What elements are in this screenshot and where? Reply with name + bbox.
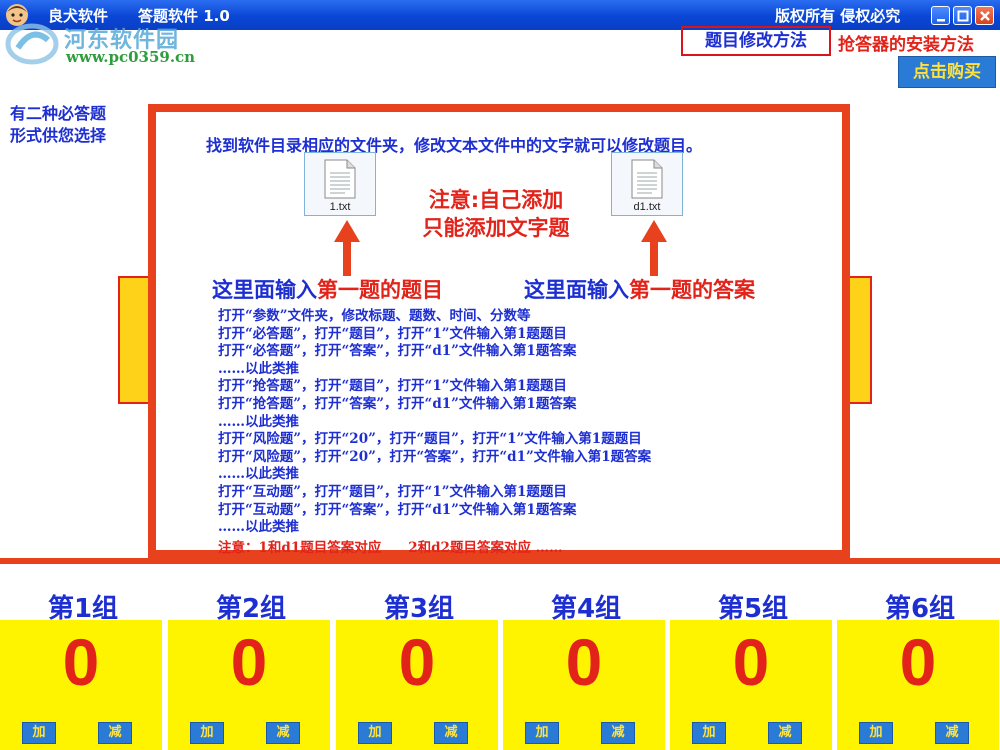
warning-line: 注意:自己添加	[428, 188, 564, 212]
side-note-line: 有二种必答题	[10, 104, 107, 123]
side-note-line: 形式供您选择	[10, 126, 107, 145]
group-panel-1: 第1组 0 加 减	[0, 564, 166, 750]
label-prefix: 这里面输入	[524, 278, 629, 302]
text-file-icon	[631, 159, 663, 199]
instruction-line: ……以此类推	[218, 360, 299, 377]
watermark: 河东软件园 www.pc0359.cn	[4, 18, 214, 70]
score-box: 0 加 减	[670, 620, 832, 750]
group-panel-2: 第2组 0 加 减	[168, 564, 334, 750]
subtract-score-button[interactable]: 减	[935, 722, 969, 744]
text-file-icon	[324, 159, 356, 199]
score-value: 0	[899, 625, 937, 699]
score-box: 0 加 减	[837, 620, 999, 750]
subtract-score-button[interactable]: 减	[768, 722, 802, 744]
copyright-text: 版权所有 侵权必究	[775, 7, 901, 25]
file-name: 1.txt	[329, 201, 351, 213]
side-note: 有二种必答题 形式供您选择	[10, 103, 140, 147]
label-prefix: 这里面输入	[212, 278, 317, 302]
minimize-icon	[937, 19, 945, 22]
modify-method-dialog: 找到软件目录相应的文件夹，修改文本文件中的文字就可以修改题目。 1.txt d1…	[148, 104, 850, 558]
subtract-score-button[interactable]: 减	[266, 722, 300, 744]
warning-line: 只能添加文字题	[422, 216, 570, 240]
dialog-warning-note: 注意:自己添加 只能添加文字题	[406, 186, 586, 242]
score-value: 0	[62, 625, 100, 699]
maximize-button[interactable]	[953, 6, 972, 25]
instruction-line: 打开“必答题”，打开“题目”，打开“1”文件输入第1题题目	[218, 325, 567, 342]
subtract-score-button[interactable]: 减	[601, 722, 635, 744]
instruction-line: ……以此类推	[218, 519, 299, 536]
buy-button[interactable]: 点击购买	[898, 56, 996, 88]
question-input-label: 这里面输入第一题的题目	[212, 274, 443, 304]
score-value: 0	[565, 625, 603, 699]
file-name: d1.txt	[633, 201, 661, 213]
score-value: 0	[398, 625, 436, 699]
minimize-button[interactable]	[931, 6, 950, 25]
group-panel-6: 第6组 0 加 减	[837, 564, 1000, 750]
close-button[interactable]	[975, 6, 994, 25]
modify-method-link[interactable]: 题目修改方法	[681, 26, 831, 56]
add-score-button[interactable]: 加	[859, 722, 893, 744]
install-method-link[interactable]: 抢答器的安装方法	[838, 30, 974, 55]
instruction-line: 打开“参数”文件夹，修改标题、题数、时间、分数等	[218, 308, 531, 324]
subtract-score-button[interactable]: 减	[434, 722, 468, 744]
maximize-icon	[957, 10, 969, 22]
arrow-up-icon	[641, 220, 667, 276]
label-suffix: 第一题的题目	[317, 278, 443, 302]
instruction-line: ……以此类推	[218, 413, 299, 430]
add-score-button[interactable]: 加	[525, 722, 559, 744]
file-1-txt[interactable]: 1.txt	[304, 152, 376, 216]
score-box: 0 加 减	[0, 620, 162, 750]
instruction-line: 打开“风险题”，打开“20”，打开“答案”，打开“d1”文件输入第1题答案	[218, 448, 652, 465]
file-d1-txt[interactable]: d1.txt	[611, 152, 683, 216]
group-panel-5: 第5组 0 加 减	[670, 564, 836, 750]
instruction-line: 打开“风险题”，打开“20”，打开“题目”，打开“1”文件输入第1题题目	[218, 431, 642, 448]
instruction-line: 打开“抢答题”，打开“答案”，打开“d1”文件输入第1题答案	[218, 395, 577, 412]
score-box: 0 加 减	[336, 620, 498, 750]
answer-input-label: 这里面输入第一题的答案	[524, 274, 755, 304]
group-panel-3: 第3组 0 加 减	[336, 564, 502, 750]
close-icon	[980, 11, 990, 21]
instruction-line: 打开“必答题”，打开“答案”，打开“d1”文件输入第1题答案	[218, 343, 577, 360]
score-value: 0	[732, 625, 770, 699]
score-box: 0 加 减	[503, 620, 665, 750]
subtract-score-button[interactable]: 减	[98, 722, 132, 744]
add-score-button[interactable]: 加	[692, 722, 726, 744]
add-score-button[interactable]: 加	[190, 722, 224, 744]
label-suffix: 第一题的答案	[629, 278, 755, 302]
arrow-up-icon	[334, 220, 360, 276]
watermark-url: www.pc0359.cn	[66, 48, 196, 66]
dialog-footer-note: 注意：1和d1题目答案对应 2和d2题目答案对应 ……	[218, 540, 563, 556]
score-box: 0 加 减	[168, 620, 330, 750]
group-panel-4: 第4组 0 加 减	[503, 564, 669, 750]
add-score-button[interactable]: 加	[22, 722, 56, 744]
add-score-button[interactable]: 加	[358, 722, 392, 744]
instruction-line: ……以此类推	[218, 466, 299, 483]
score-value: 0	[230, 625, 268, 699]
watermark-logo-icon	[5, 23, 59, 65]
instruction-line: 打开“互动题”，打开“答案”，打开“d1”文件输入第1题答案	[218, 501, 577, 518]
instruction-line: 打开“互动题”，打开“题目”，打开“1”文件输入第1题题目	[218, 483, 567, 500]
instruction-line: 打开“抢答题”，打开“题目”，打开“1”文件输入第1题题目	[218, 378, 567, 395]
instructions-list: 打开“参数”文件夹，修改标题、题数、时间、分数等 打开“必答题”，打开“题目”，…	[218, 308, 651, 537]
